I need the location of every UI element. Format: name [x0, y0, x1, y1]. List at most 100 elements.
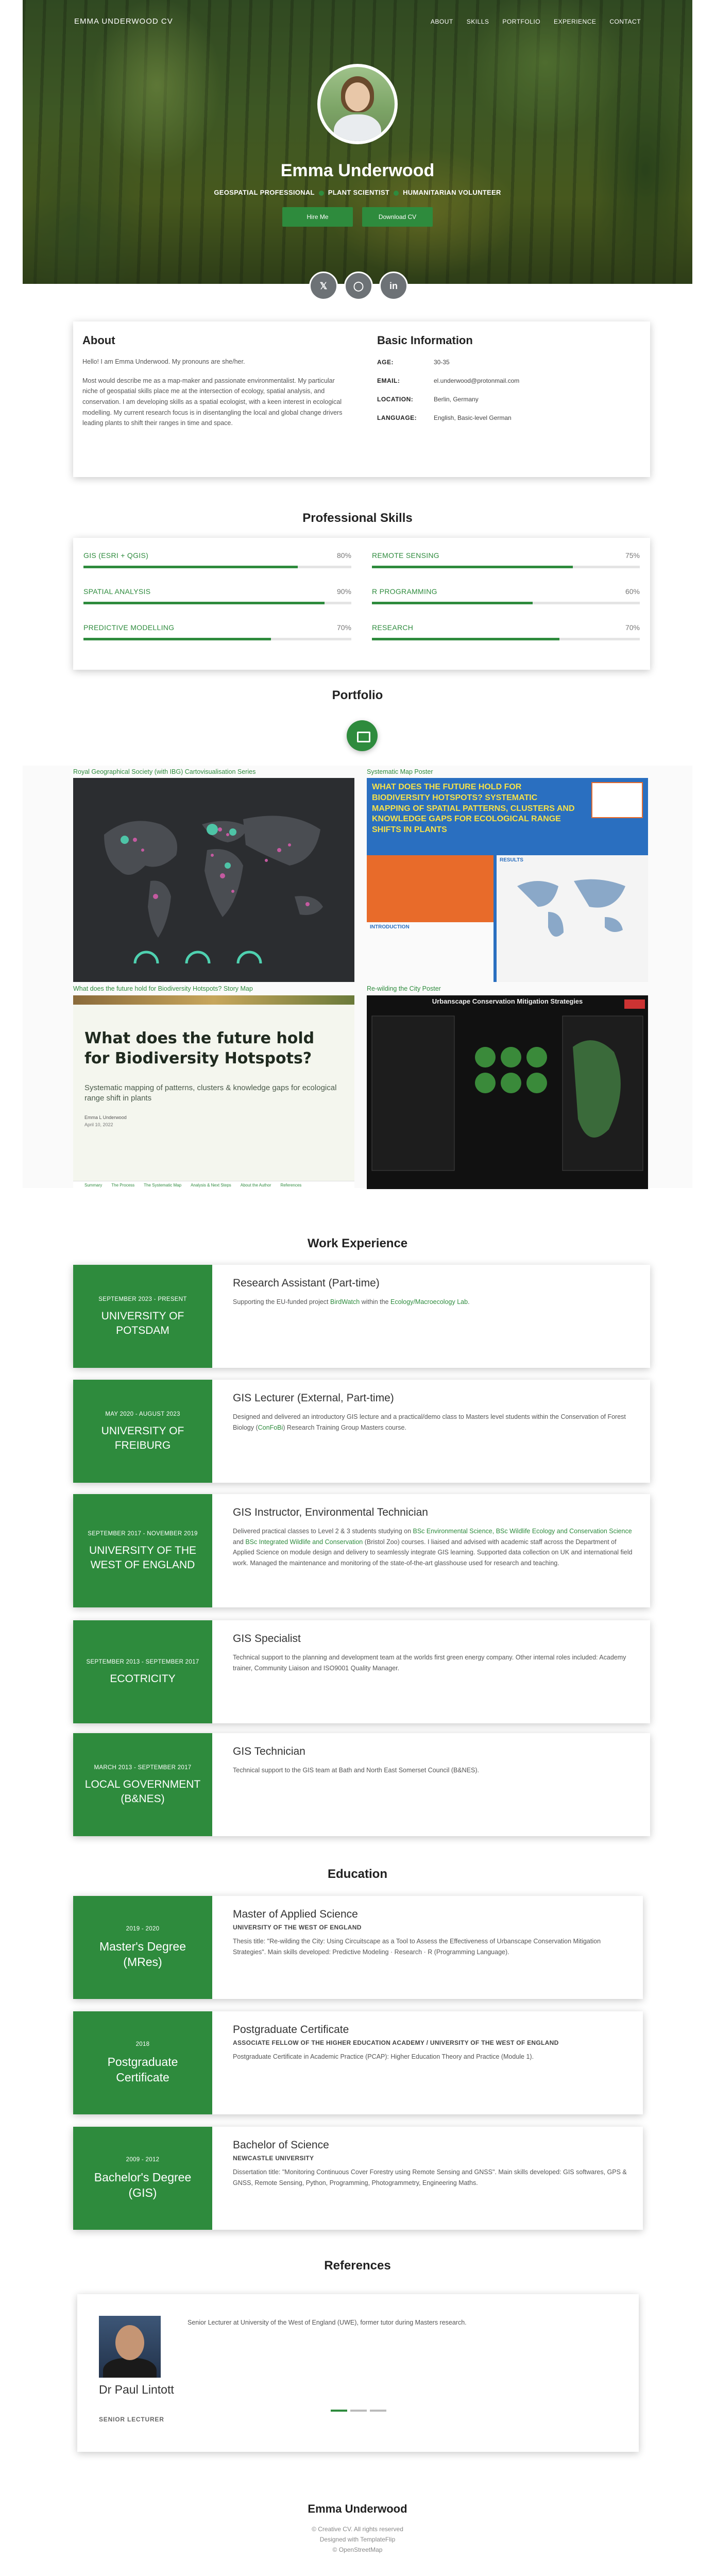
- footer-osm-link[interactable]: © OpenStreetMap: [0, 2546, 715, 2553]
- nav-skills[interactable]: SKILLS: [467, 18, 489, 25]
- references-title: References: [324, 2259, 391, 2273]
- about-column: About Hello! I am Emma Underwood. My pro…: [82, 334, 350, 429]
- hero-buttons: Hire Me Download CV: [23, 207, 692, 227]
- about-card: About Hello! I am Emma Underwood. My pro…: [73, 321, 650, 477]
- poster-title: WHAT DOES THE FUTURE HOLD FOR BIODIVERSI…: [372, 783, 575, 835]
- experience-card: SEPTEMBER 2017 - NOVEMBER 2019 UNIVERSITY…: [73, 1494, 650, 1607]
- nav-experience[interactable]: EXPERIENCE: [554, 18, 596, 25]
- download-cv-button[interactable]: Download CV: [362, 207, 433, 227]
- info-row-age: AGE: 30-35: [377, 359, 450, 366]
- experience-main: Research Assistant (Part-time) Supportin…: [233, 1277, 470, 1306]
- macroecology-lab-link[interactable]: Ecology/Macroecology Lab: [390, 1298, 468, 1306]
- hero-name: Emma Underwood: [280, 161, 435, 180]
- skill-r-programming: R PROGRAMMING 60%: [372, 587, 640, 604]
- tag-plant: PLANT SCIENTIST: [328, 189, 390, 196]
- world-map-thumbnail: [104, 816, 323, 964]
- portfolio-tile-story-map[interactable]: What does the future hold for Biodiversi…: [73, 995, 354, 1189]
- experience-side: SEPTEMBER 2017 - NOVEMBER 2019 UNIVERSITY…: [73, 1494, 212, 1607]
- nav-contact[interactable]: CONTACT: [609, 18, 641, 25]
- reference-quote: Senior Lecturer at University of the Wes…: [188, 2319, 467, 2326]
- story-subtitle: Systematic mapping of patterns, clusters…: [84, 1083, 337, 1103]
- instagram-icon[interactable]: ◯: [344, 272, 373, 300]
- experience-card: SEPTEMBER 2013 - SEPTEMBER 2017 ECOTRICIT…: [73, 1620, 650, 1723]
- linkedin-icon[interactable]: in: [379, 272, 408, 300]
- education-side: 2018 Postgraduate Certificate: [73, 2011, 212, 2114]
- story-date: April 10, 2022: [84, 1122, 113, 1127]
- experience-main: GIS Instructor, Environmental Technician…: [233, 1506, 633, 1567]
- hero-section: EMMA UNDERWOOD CV ABOUT SKILLS PORTFOLIO…: [23, 0, 692, 284]
- confobi-link[interactable]: ConFoBi: [258, 1424, 283, 1431]
- experience-main: GIS Lecturer (External, Part-time) Desig…: [233, 1392, 626, 1431]
- twitter-icon[interactable]: 𝕏: [309, 272, 338, 300]
- hero-tagline: GEOSPATIAL PROFESSIONAL PLANT SCIENTIST HU…: [23, 189, 692, 196]
- poster-map-panel: RESULTS: [497, 855, 648, 982]
- poster-orange-block: [367, 855, 493, 922]
- portfolio-tile-cartovis[interactable]: [73, 778, 354, 982]
- nav-links: ABOUT SKILLS PORTFOLIO EXPERIENCE CONTAC…: [431, 18, 641, 25]
- bsc-integrated-link[interactable]: BSc Integrated Wildlife and Conservation: [245, 1538, 363, 1546]
- education-main: Postgraduate Certificate ASSOCIATE FELLO…: [233, 2024, 559, 2060]
- education-main: Master of Applied Science UNIVERSITY OF …: [233, 1908, 601, 1956]
- brand-link[interactable]: EMMA UNDERWOOD CV: [74, 17, 173, 26]
- dot-icon: [318, 190, 324, 196]
- basic-info-column: Basic Information AGE: 30-35 EMAIL: el.und…: [377, 334, 635, 421]
- story-tabs: Summary The Process The Systematic Map Anal…: [73, 1181, 354, 1189]
- caption-cartovis: Royal Geographical Society (with IBG) Ca…: [73, 768, 256, 775]
- birdwatch-link[interactable]: BirdWatch: [330, 1298, 360, 1306]
- skills-title: Professional Skills: [302, 511, 413, 525]
- portfolio-title: Portfolio: [332, 688, 383, 702]
- footer-templateflip-link[interactable]: Designed with TemplateFlip: [0, 2536, 715, 2543]
- story-author: Emma L Underwood: [84, 1115, 127, 1120]
- about-body: Most would describe me as a map-maker an…: [82, 377, 343, 427]
- experience-title: Work Experience: [307, 1236, 408, 1250]
- skill-predictive-modelling: PREDICTIVE MODELLING 70%: [83, 623, 351, 640]
- about-title: About: [82, 334, 115, 347]
- education-card: 2019 - 2020 Master's Degree (MRes) Master…: [73, 1896, 643, 1999]
- story-title: What does the future hold for Biodiversi…: [84, 1029, 315, 1067]
- experience-side: MARCH 2013 - SEPTEMBER 2017 LOCAL GOVERNM…: [73, 1733, 212, 1836]
- experience-main: GIS Specialist Technical support to the …: [233, 1633, 626, 1672]
- portfolio-tile-rewilding[interactable]: Urbanscape Conservation Mitigation Strat…: [367, 995, 648, 1189]
- carousel-dot-active[interactable]: [331, 2410, 347, 2412]
- about-intro: Hello! I am Emma Underwood. My pronouns …: [82, 358, 245, 365]
- top-nav: EMMA UNDERWOOD CV ABOUT SKILLS PORTFOLIO…: [23, 0, 692, 43]
- reference-name: Dr Paul Lintott: [99, 2383, 174, 2396]
- skill-bar-fill: [83, 638, 271, 640]
- bsc-courses-link[interactable]: BSc Environmental Science, BSc Wildlife …: [413, 1528, 632, 1535]
- education-side: 2019 - 2020 Master's Degree (MRes): [73, 1896, 212, 1999]
- portfolio-gallery: Royal Geographical Society (with IBG) Ca…: [23, 766, 692, 1189]
- carousel-dot[interactable]: [350, 2410, 367, 2412]
- education-main: Bachelor of Science NEWCASTLE UNIVERSITY…: [233, 2139, 627, 2187]
- footer-copyright: © Creative CV. All rights reserved: [312, 2526, 403, 2533]
- dot-icon: [394, 190, 399, 196]
- profile-avatar: [317, 64, 398, 144]
- caption-story-map: What does the future hold for Biodiversi…: [73, 985, 253, 992]
- poster-results-label: RESULTS: [500, 857, 523, 863]
- skill-bar-fill: [83, 602, 325, 604]
- skill-bar-fill: [83, 566, 298, 568]
- nav-about[interactable]: ABOUT: [431, 18, 453, 25]
- skill-gis: GIS (ESRI + QGIS) 80%: [83, 551, 351, 568]
- poster-intro-label: INTRODUCTION: [370, 924, 410, 930]
- experience-main: GIS Technician Technical support to the …: [233, 1745, 480, 1774]
- social-links: 𝕏 ◯ in: [309, 272, 408, 300]
- portfolio-tile-systematic-map[interactable]: WHAT DOES THE FUTURE HOLD FOR BIODIVERSI…: [367, 778, 648, 982]
- portfolio-filter-button[interactable]: [347, 720, 378, 751]
- carousel-indicators: [331, 2410, 386, 2412]
- skill-bar-fill: [372, 602, 533, 604]
- reference-role: SENIOR LECTURER: [99, 2416, 164, 2423]
- education-side: 2009 - 2012 Bachelor's Degree (GIS): [73, 2127, 212, 2230]
- education-card: 2009 - 2012 Bachelor's Degree (GIS) Bache…: [73, 2127, 643, 2230]
- carousel-dot[interactable]: [370, 2410, 386, 2412]
- hire-me-button[interactable]: Hire Me: [282, 207, 353, 227]
- info-row-email: EMAIL: el.underwood@protonmail.com: [377, 377, 520, 384]
- education-card: 2018 Postgraduate Certificate Postgraduat…: [73, 2011, 643, 2114]
- footer-name: Emma Underwood: [308, 2502, 407, 2515]
- info-row-location: LOCATION: Berlin, Germany: [377, 396, 479, 403]
- basic-info-title: Basic Information: [377, 334, 473, 347]
- nav-portfolio[interactable]: PORTFOLIO: [502, 18, 540, 25]
- caption-systematic-map: Systematic Map Poster: [367, 768, 433, 775]
- reference-photo: [99, 2316, 161, 2378]
- experience-card: MAY 2020 - AUGUST 2023 UNIVERSITY OF FREI…: [73, 1380, 650, 1483]
- poster-intro-panel: INTRODUCTION: [367, 922, 493, 982]
